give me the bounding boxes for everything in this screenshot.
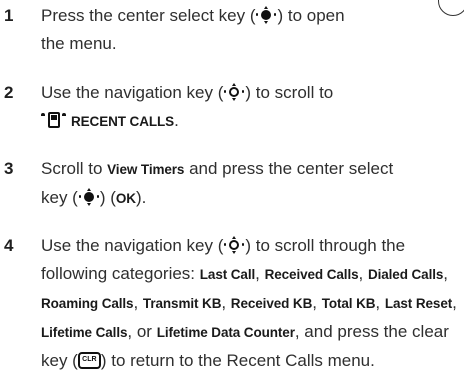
clear-key-label: CLR [82,356,97,363]
step-line: Roaming Calls, Transmit KB, Received KB,… [41,289,464,318]
step-line: RECENT CALLS. [41,107,464,136]
step-line: Press the center select key ( ) to open [41,2,464,30]
list-separator: , [452,293,457,312]
instruction-text: Use the navigation key ( [41,236,224,255]
category-transmit-kb: Transmit KB [142,296,222,311]
category-total-kb: Total KB [321,296,376,311]
list-separator: , [375,293,385,312]
step-text: Use the navigation key ( ) to scroll thro… [41,232,464,375]
instruction-text: Scroll to [41,159,108,178]
instruction-text: key ( [41,351,78,370]
category-lifetime-calls: Lifetime Calls [41,325,128,340]
instruction-text: ) to return to the Recent Calls menu. [100,351,375,370]
category-roaming-calls: Roaming Calls [41,296,134,311]
step-number: 3 [4,159,14,178]
instruction-text: Press the center select key ( [41,6,256,25]
instruction-text: , and press the clear [294,322,449,341]
step-line: key ( ) (OK). [41,184,464,213]
step-number: 4 [4,236,14,255]
instruction-text: ) ( [99,188,116,207]
step-text: Scroll to View Timers and press the cent… [41,155,464,213]
list-separator: , [443,264,449,283]
list-separator: , or [127,322,157,341]
list-separator: , [358,264,368,283]
softkey-ok: OK [115,191,136,206]
step-line: following categories: Last Call, Receive… [41,260,464,289]
instruction-text: Use the navigation key ( [41,83,224,102]
category-dialed-calls: Dialed Calls [367,267,444,282]
instruction-text: key ( [41,188,78,207]
instruction-text: and press the center select [184,159,394,178]
category-last-call: Last Call [199,267,256,282]
menu-item-recent-calls: RECENT CALLS [71,114,175,129]
step-line: Lifetime Calls, or Lifetime Data Counter… [41,318,464,347]
instruction-text: the menu. [41,34,117,53]
category-last-reset: Last Reset [384,296,453,311]
category-received-calls: Received Calls [264,267,359,282]
navigation-key-icon [223,83,245,101]
navigation-key-icon [223,236,245,254]
step-line: Scroll to View Timers and press the cent… [41,155,464,184]
step-line: Use the navigation key ( ) to scroll to [41,79,464,107]
category-received-kb: Received KB [230,296,313,311]
list-separator: , [133,293,143,312]
instruction-text: ). [135,188,147,207]
instruction-text: ) to scroll to [245,83,334,102]
step-text: Use the navigation key ( ) to scroll to R… [41,79,464,136]
instruction-text: ) to scroll through the [245,236,406,255]
category-lifetime-data-counter: Lifetime Data Counter [156,325,295,340]
clear-key-icon: CLR [77,352,101,369]
step-number: 2 [4,83,14,102]
list-separator: , [312,293,322,312]
center-select-key-icon [255,6,277,24]
center-select-key-icon [78,188,100,206]
instruction-text: . [174,111,179,130]
step-line: Use the navigation key ( ) to scroll thro… [41,232,464,260]
recent-calls-menu-icon [41,112,67,129]
step-line: key ( CLR) to return to the Recent Calls … [41,347,464,375]
instruction-text: ) to open [277,6,345,25]
list-separator: , [221,293,231,312]
list-separator: , [255,264,265,283]
step-text: Press the center select key ( ) to open t… [41,2,464,58]
step-line: the menu. [41,30,464,58]
menu-item-view-timers: View Timers [107,162,185,177]
instruction-text: following categories: [41,264,200,283]
step-number: 1 [4,6,14,25]
